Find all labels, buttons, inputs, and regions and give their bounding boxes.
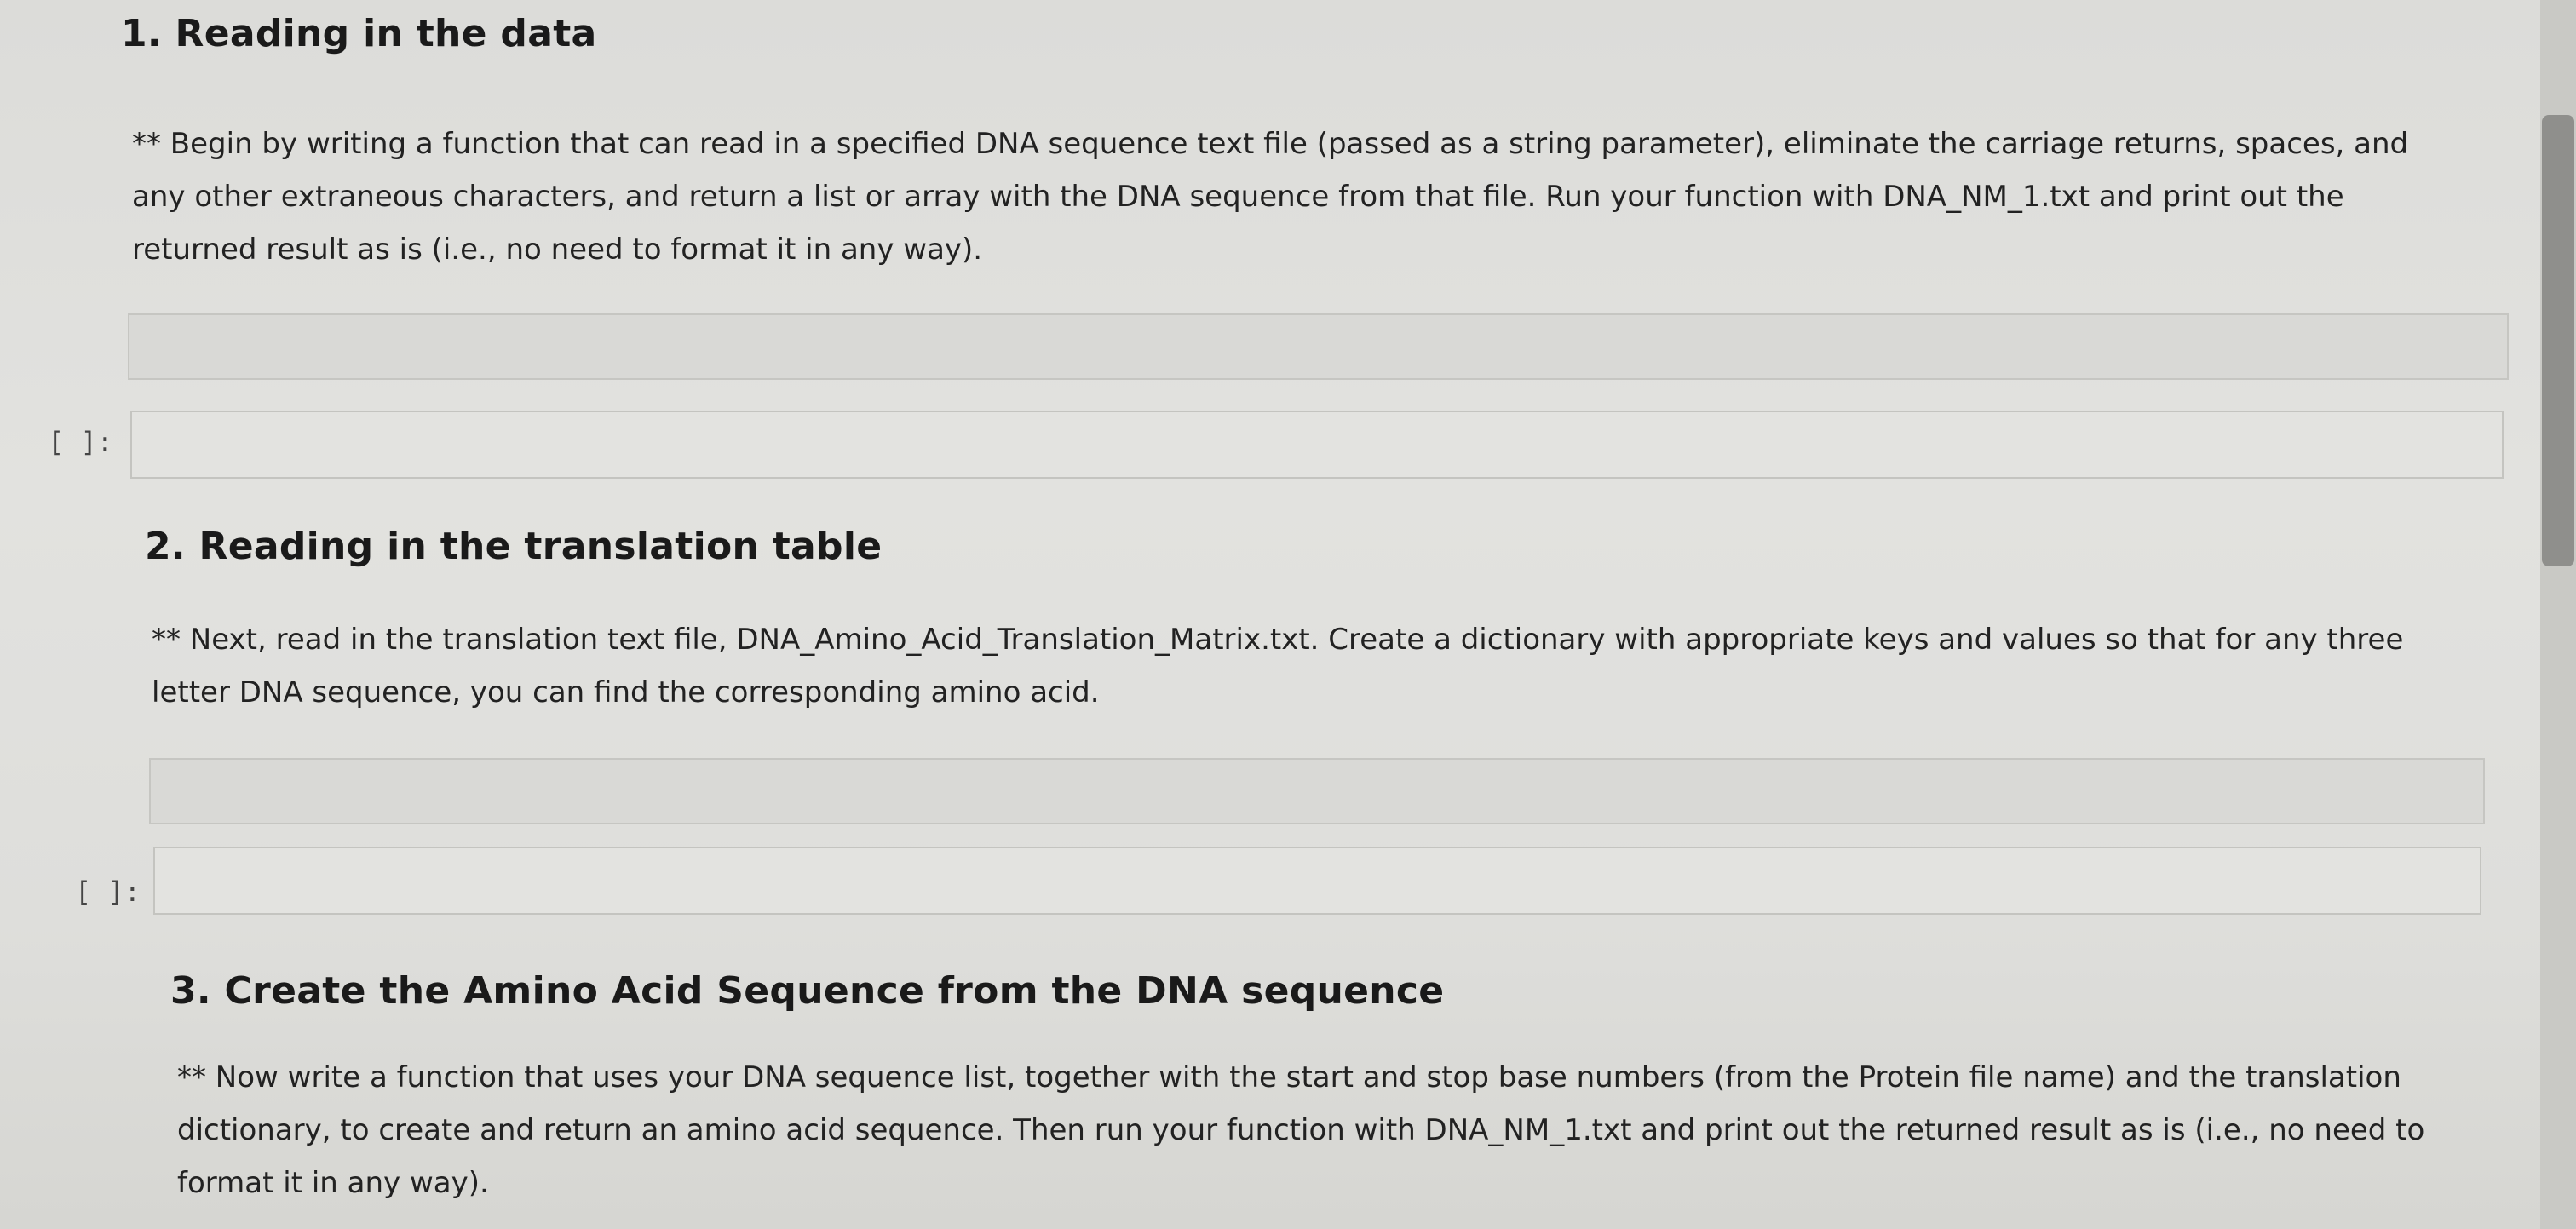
section-3-heading: 3. Create the Amino Acid Sequence from t…: [170, 969, 1445, 1013]
scrollbar-thumb[interactable]: [2542, 115, 2574, 566]
section-3-description: ** Now write a function that uses your D…: [177, 1051, 2528, 1209]
section-2-code-cell[interactable]: [153, 847, 2481, 915]
section-2-description: ** Next, read in the translation text fi…: [152, 613, 2503, 719]
section-1-line-2: any other extraneous characters, and ret…: [132, 180, 2344, 214]
section-2-line-1: ** Next, read in the translation text fi…: [152, 623, 2404, 657]
notebook: 1. Reading in the data ** Begin by writi…: [0, 0, 2539, 1229]
section-1-description: ** Begin by writing a function that can …: [132, 118, 2500, 276]
section-3-line-3: format it in any way).: [177, 1166, 489, 1200]
section-1-code-cell[interactable]: [130, 411, 2504, 479]
section-2-markdown-cell[interactable]: [149, 758, 2485, 824]
section-1-code-prompt: [ ]:: [48, 426, 114, 458]
section-2-line-2: letter DNA sequence, you can find the co…: [152, 675, 1100, 709]
section-1-heading: 1. Reading in the data: [121, 12, 597, 55]
section-1-markdown-cell[interactable]: [128, 313, 2509, 380]
section-2-code-prompt: [ ]:: [75, 876, 141, 908]
section-2-heading: 2. Reading in the translation table: [145, 525, 883, 568]
section-3-line-2: dictionary, to create and return an amin…: [177, 1113, 2425, 1147]
section-1-line-3: returned result as is (i.e., no need to …: [132, 233, 983, 267]
section-3-line-1: ** Now write a function that uses your D…: [177, 1060, 2401, 1094]
section-1-line-1: ** Begin by writing a function that can …: [132, 127, 2409, 161]
